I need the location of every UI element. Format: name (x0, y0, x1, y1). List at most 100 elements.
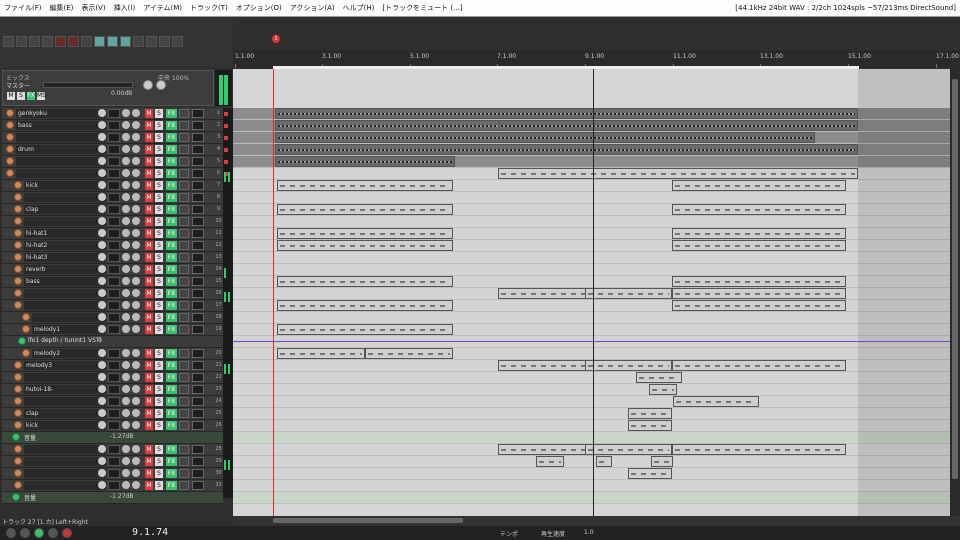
envelope-button[interactable] (192, 121, 204, 130)
track-lane[interactable] (233, 456, 950, 468)
stop-button[interactable] (20, 528, 30, 538)
route-button[interactable] (108, 217, 120, 226)
record-arm-button[interactable]: M (145, 205, 153, 214)
route-button[interactable] (108, 109, 120, 118)
loop-icon[interactable] (159, 36, 170, 47)
pan-knob-icon[interactable] (122, 325, 130, 333)
solo-button[interactable]: S (155, 301, 163, 310)
project-settings-icon[interactable] (42, 36, 53, 47)
envelope-button[interactable] (192, 385, 204, 394)
rewind-button[interactable] (6, 528, 16, 538)
record-arm-button[interactable]: M (145, 325, 153, 334)
width-knob-icon[interactable] (132, 301, 140, 309)
solo-button[interactable]: S (155, 397, 163, 406)
track-lane[interactable] (233, 420, 950, 432)
volume-knob-icon[interactable] (98, 181, 106, 189)
phase-button[interactable] (179, 445, 189, 454)
envelope-button[interactable] (192, 469, 204, 478)
phase-button[interactable] (179, 289, 189, 298)
track-lane[interactable] (233, 384, 950, 396)
fx-button[interactable]: FX (166, 253, 177, 262)
track-name[interactable]: hi-hat1 (24, 229, 106, 238)
media-item[interactable] (365, 348, 453, 359)
envelope-button[interactable] (192, 253, 204, 262)
solo-button[interactable]: S (155, 169, 163, 178)
volume-knob-icon[interactable] (98, 397, 106, 405)
track-row[interactable]: M S FX 30 (2, 468, 223, 480)
volume-envelope-lane[interactable]: 音量 -1.27dB (2, 492, 223, 504)
track-row[interactable]: hi-hat3 M S FX 13 (2, 252, 223, 264)
track-row[interactable]: genkyoku M S FX 1 (2, 108, 223, 120)
folder-toggle-icon[interactable] (14, 181, 22, 189)
media-item[interactable] (585, 444, 672, 455)
pan-knob-icon[interactable] (122, 193, 130, 201)
pan-knob-icon[interactable] (122, 361, 130, 369)
solo-button[interactable]: S (155, 241, 163, 250)
master-track[interactable]: ミックス 中央 100% マスター 0.00dB M S FX MS (2, 70, 214, 106)
width-knob-icon[interactable] (132, 409, 140, 417)
horizontal-scrollbar[interactable] (233, 516, 960, 525)
phase-button[interactable] (179, 373, 189, 382)
solo-button[interactable]: S (155, 421, 163, 430)
volume-knob-icon[interactable] (98, 205, 106, 213)
envelope-button[interactable] (192, 457, 204, 466)
fx-button[interactable]: FX (166, 481, 177, 490)
folder-toggle-icon[interactable] (14, 217, 22, 225)
media-item[interactable] (672, 360, 846, 371)
fx-button[interactable]: FX (166, 109, 177, 118)
media-item[interactable] (275, 156, 455, 167)
record-arm-button[interactable]: M (145, 409, 153, 418)
phase-button[interactable] (179, 469, 189, 478)
solo-button[interactable]: S (155, 349, 163, 358)
fx-button[interactable]: FX (166, 217, 177, 226)
phase-button[interactable] (179, 229, 189, 238)
folder-toggle-icon[interactable] (14, 301, 22, 309)
media-item[interactable] (672, 204, 846, 215)
record-arm-button[interactable]: M (145, 457, 153, 466)
envelope-button[interactable] (192, 109, 204, 118)
track-name[interactable]: hi-hat2 (24, 241, 106, 250)
track-name[interactable] (24, 481, 106, 490)
track-row[interactable]: melody2 M S FX 20 (2, 348, 223, 360)
envelope-lane-header[interactable]: lfo1 depth / tunint1 VSTi 0 (2, 336, 223, 348)
folder-toggle-icon[interactable] (6, 121, 14, 129)
record-arm-button[interactable]: M (145, 349, 153, 358)
track-row[interactable]: kick M S FX 7 (2, 180, 223, 192)
media-item[interactable] (277, 300, 453, 311)
envelope-icon[interactable] (146, 36, 157, 47)
track-name[interactable] (16, 157, 106, 166)
phase-button[interactable] (179, 397, 189, 406)
fx-button[interactable]: FX (166, 289, 177, 298)
record-arm-button[interactable]: M (145, 253, 153, 262)
master-pan-knob[interactable] (143, 80, 153, 90)
fx-button[interactable]: FX (166, 313, 177, 322)
media-item[interactable] (277, 348, 365, 359)
width-knob-icon[interactable] (132, 229, 140, 237)
width-knob-icon[interactable] (132, 145, 140, 153)
media-item[interactable] (596, 456, 612, 467)
media-item[interactable] (672, 300, 846, 311)
width-knob-icon[interactable] (132, 361, 140, 369)
record-arm-button[interactable]: M (145, 157, 153, 166)
media-item[interactable] (275, 144, 858, 155)
track-name[interactable]: clap (24, 205, 106, 214)
volume-knob-icon[interactable] (98, 445, 106, 453)
new-project-icon[interactable] (3, 36, 14, 47)
media-item[interactable] (498, 168, 858, 179)
track-name[interactable] (24, 217, 106, 226)
folder-toggle-icon[interactable] (14, 397, 22, 405)
menu-item[interactable]: トラック(T) (186, 3, 232, 13)
solo-button[interactable]: S (155, 265, 163, 274)
arrange-view[interactable] (233, 69, 950, 516)
metronome-icon[interactable] (81, 36, 92, 47)
master-volume-fader[interactable] (43, 82, 133, 88)
width-knob-icon[interactable] (132, 157, 140, 165)
volume-knob-icon[interactable] (98, 373, 106, 381)
folder-toggle-icon[interactable] (14, 373, 22, 381)
route-button[interactable] (108, 181, 120, 190)
phase-button[interactable] (179, 181, 189, 190)
track-name[interactable]: reverb (24, 265, 106, 274)
track-row[interactable]: melody1 M S FX 19 (2, 324, 223, 336)
fx-button[interactable]: FX (166, 301, 177, 310)
pan-knob-icon[interactable] (122, 169, 130, 177)
